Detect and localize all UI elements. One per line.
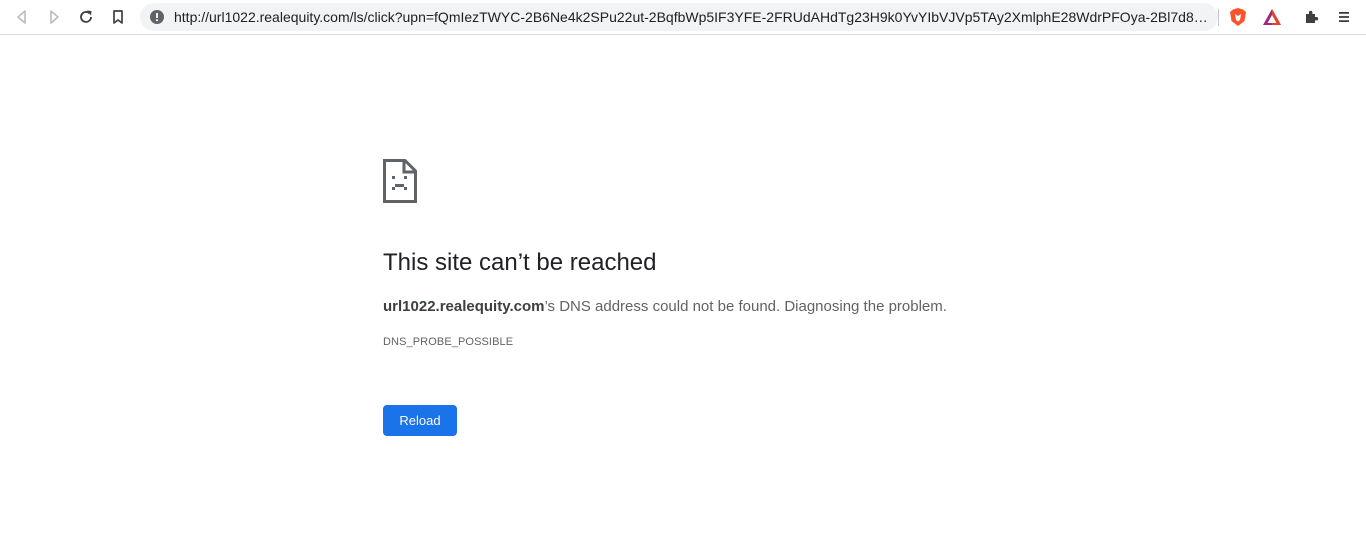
error-message-suffix: ’s DNS address could not be found. Diagn… xyxy=(544,298,947,315)
error-code: DNS_PROBE_POSSIBLE xyxy=(383,336,514,348)
error-host: url1022.realequity.com xyxy=(383,298,545,315)
toolbar-divider xyxy=(1218,9,1219,26)
hamburger-menu-icon xyxy=(1339,12,1349,22)
address-bar[interactable]: http://url1022.realequity.com/ls/click?u… xyxy=(140,3,1218,31)
url-text[interactable]: http://url1022.realequity.com/ls/click?u… xyxy=(174,3,1210,31)
info-icon[interactable] xyxy=(150,10,164,24)
sad-page-icon xyxy=(383,159,417,203)
brave-shields-button[interactable] xyxy=(1224,3,1252,31)
browser-toolbar: http://url1022.realequity.com/ls/click?u… xyxy=(0,0,1366,35)
forward-button[interactable] xyxy=(40,3,68,31)
bookmark-button[interactable] xyxy=(104,3,132,31)
error-title: This site can’t be reached xyxy=(383,249,657,276)
error-message: url1022.realequity.com’s DNS address cou… xyxy=(383,298,947,315)
main-menu-button[interactable] xyxy=(1330,3,1358,31)
forward-arrow-icon xyxy=(50,10,59,24)
brave-rewards-triangle-icon xyxy=(1263,9,1281,25)
brave-lion-icon xyxy=(1230,8,1246,26)
reload-toolbar-button[interactable] xyxy=(72,3,100,31)
brave-rewards-button[interactable] xyxy=(1258,3,1286,31)
reload-button[interactable]: Reload xyxy=(383,405,457,436)
back-arrow-icon xyxy=(17,10,26,24)
puzzle-piece-icon xyxy=(1306,10,1319,23)
back-button[interactable] xyxy=(8,3,36,31)
reload-icon xyxy=(80,10,92,23)
bookmark-icon xyxy=(113,10,123,24)
extensions-button[interactable] xyxy=(1298,3,1326,31)
